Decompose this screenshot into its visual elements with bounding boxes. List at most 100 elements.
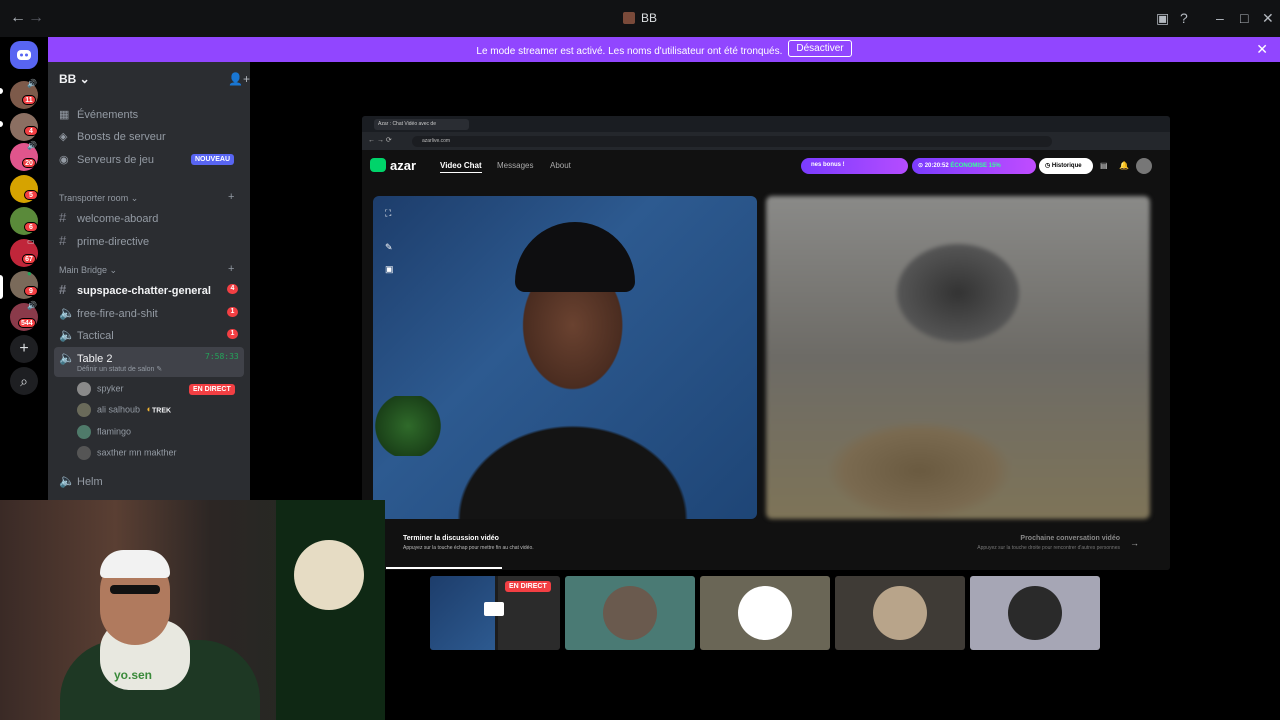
discount-text: ÉCONOMISE 15% (950, 163, 1001, 169)
explore-servers-button[interactable]: ⌕ (10, 367, 38, 395)
minimize-icon[interactable]: – (1216, 11, 1224, 25)
voice-user-ali-salhoub[interactable]: ali salhoub ◐TREK (77, 403, 171, 417)
participant-tile-2[interactable] (565, 576, 695, 650)
gamepad-icon: ◉ (59, 154, 69, 166)
help-icon[interactable]: ? (1180, 11, 1188, 25)
channel-table-2[interactable]: 🔈 Table 2 (59, 350, 112, 366)
server-badge: 544 (18, 318, 36, 328)
maximize-icon[interactable]: □ (1240, 11, 1248, 25)
invite-people-icon[interactable]: 👤+ (228, 72, 250, 86)
bell-icon[interactable]: 🔔 (1119, 161, 1129, 170)
create-channel-icon[interactable]: + (228, 263, 234, 275)
filter-icon[interactable]: ▣ (385, 264, 394, 275)
nav-video-chat[interactable]: Video Chat (440, 161, 482, 173)
nav-messages[interactable]: Messages (497, 161, 533, 170)
window-titlebar: ← → BB ▣ ? – □ ✕ (0, 0, 1280, 37)
call-timer: 7:58:33 (205, 352, 239, 361)
participant-tile-4[interactable] (835, 576, 965, 650)
category-main-bridge[interactable]: Main Bridge ⌄ (59, 265, 117, 276)
server-badge: 67 (22, 254, 36, 264)
expand-icon[interactable]: ⛶ (385, 208, 391, 219)
voice-user-saxther[interactable]: saxther mn makther (77, 446, 177, 460)
channel-label: prime-directive (77, 236, 150, 248)
profile-avatar[interactable] (1136, 158, 1152, 174)
channel-label: Table 2 (77, 353, 113, 365)
browser-tab[interactable]: Azar : Chat Vidéo avec de (374, 119, 469, 130)
end-chat-control[interactable]: Terminer la discussion vidéo Appuyez sur… (403, 535, 534, 551)
voice-icon: 🔊 (27, 79, 37, 88)
browser-tabs: Azar : Chat Vidéo avec de (362, 116, 1170, 132)
disable-button[interactable]: Désactiver (788, 40, 852, 57)
hash-icon: # (59, 210, 67, 225)
speaker-icon: 🔈 (59, 473, 76, 488)
inbox-icon[interactable]: ▣ (1156, 11, 1169, 25)
window-title-text: BB (640, 11, 657, 25)
set-status-link[interactable]: Définir un statut de salon ✎ (77, 365, 162, 373)
item-label: Serveurs de jeu (77, 154, 155, 166)
screen-share-icon: ▭ (27, 237, 35, 246)
channel-welcome-aboard[interactable]: # welcome-aboard (59, 210, 158, 225)
participant-tile-5[interactable] (970, 576, 1100, 650)
create-channel-icon[interactable]: + (228, 191, 234, 203)
window-title: BB (0, 11, 1280, 25)
sidebar-item-events[interactable]: ▦ Événements (59, 108, 138, 121)
add-server-button[interactable]: + (10, 335, 38, 363)
end-chat-subtitle: Appuyez sur la touche échap pour mettre … (403, 545, 534, 551)
progress-bar (386, 567, 502, 569)
sunglasses (110, 585, 160, 594)
unread-pill (0, 88, 3, 94)
next-arrow-icon[interactable]: → (1130, 538, 1139, 548)
server-badge: 4 (24, 126, 38, 136)
sidebar-item-boosts[interactable]: ◈ Boosts de serveur (59, 130, 166, 143)
new-badge: NOUVEAU (191, 154, 235, 165)
user-name: ali salhoub (97, 404, 141, 415)
speaker-icon: 🔈 (59, 327, 76, 342)
avatar (603, 586, 657, 640)
server-badge: 20 (22, 158, 36, 168)
url-field[interactable]: azarlive.com (412, 136, 1052, 147)
close-icon[interactable]: ✕ (1262, 11, 1274, 25)
avatar (77, 382, 91, 396)
discord-home-button[interactable] (10, 41, 38, 69)
end-chat-title: Terminer la discussion vidéo (403, 535, 499, 542)
promo-timer-pill[interactable]: ⊙ 20:20:52 ÉCONOMISE 15% (912, 158, 1036, 174)
channel-supspace-chatter-general[interactable]: # supspace-chatter-general (59, 282, 211, 297)
sidebar-item-game-servers[interactable]: ◉ Serveurs de jeu (59, 153, 154, 166)
nav-about[interactable]: About (550, 161, 571, 170)
mention-badge: 4 (227, 284, 238, 294)
channel-label: Helm (77, 476, 103, 488)
next-chat-control[interactable]: Prochaine conversation vidéo Appuyez sur… (977, 535, 1120, 551)
hoodie-print: yo.sen (114, 668, 153, 682)
banner-close-icon[interactable]: ✕ (1256, 41, 1268, 58)
participant-tile-3[interactable] (700, 576, 830, 650)
remote-video-blurred (766, 196, 1150, 519)
azar-logo[interactable]: azar (370, 158, 416, 173)
server-name[interactable]: BB ⌄ (59, 72, 90, 86)
voice-user-flamingo[interactable]: flamingo (77, 425, 131, 439)
channel-prime-directive[interactable]: # prime-directive (59, 233, 149, 248)
trek-tag: TREK (151, 407, 172, 415)
channel-tactical[interactable]: 🔈 Tactical (59, 327, 114, 343)
shared-browser-window: Azar : Chat Vidéo avec de ← → ⟳ azarlive… (362, 116, 1170, 570)
mention-badge: 1 (227, 329, 238, 339)
user-name: saxther mn makther (97, 447, 177, 458)
channel-helm[interactable]: 🔈 Helm (59, 473, 103, 489)
speaker-icon: 🔈 (59, 350, 76, 365)
magic-wand-icon[interactable]: ✎ (385, 242, 393, 253)
server-badge: 6 (24, 222, 38, 232)
voice-user-spyker[interactable]: spyker (77, 382, 124, 396)
category-transporter-room[interactable]: Transporter room ⌄ (59, 193, 138, 204)
browser-nav-icon[interactable]: ← → ⟳ (368, 136, 392, 144)
avatar (77, 446, 91, 460)
server-icon (622, 12, 635, 24)
local-video: ⛶ ✎ ▣ (373, 196, 757, 519)
shop-icon[interactable]: ▤ (1100, 161, 1108, 170)
person-cap (100, 550, 170, 578)
live-badge: EN DIRECT (505, 581, 551, 592)
channel-free-fire-and-shit[interactable]: 🔈 free-fire-and-shit (59, 305, 158, 321)
bonus-pill[interactable]: nes bonus ! (801, 158, 908, 174)
one-piece-flag (276, 500, 385, 720)
channel-label: supspace-chatter-general (77, 285, 211, 297)
history-button[interactable]: ◷ Historique (1039, 158, 1093, 174)
logo-text: azar (390, 158, 417, 173)
